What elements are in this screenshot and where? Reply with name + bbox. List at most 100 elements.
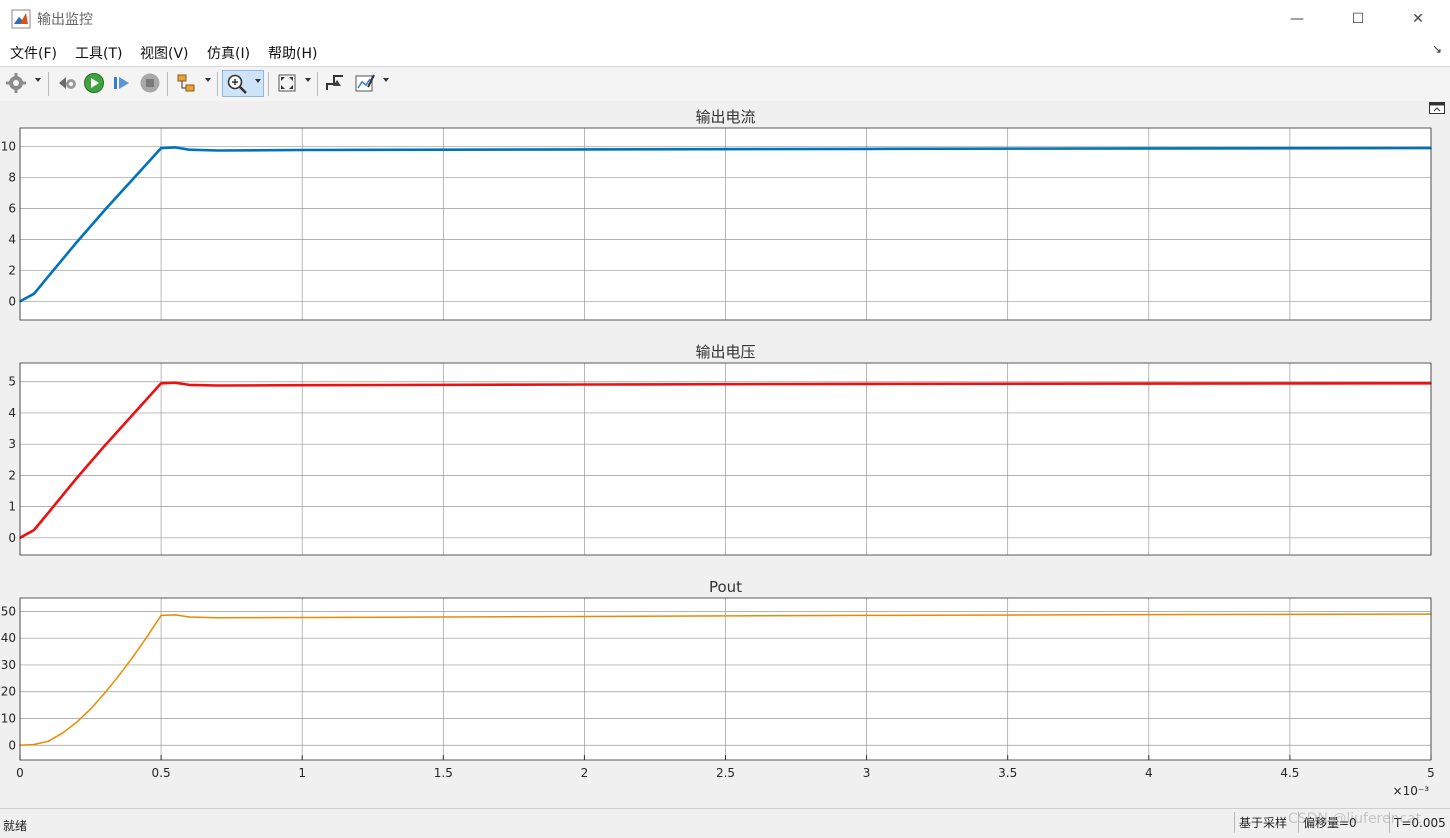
data-point — [47, 740, 50, 743]
x-tick-label: 0 — [16, 766, 24, 780]
scope-display: 0 2 4 6 8 10 输出电流 0 1 2 3 4 5 输出电压 0 10 20 30 40 50 Pout 0 0.5… — [0, 101, 1450, 807]
data-point — [117, 674, 120, 677]
data-point — [103, 692, 106, 694]
menu-bar: 文件(F) 工具(T) 视图(V) 仿真(I) 帮助(H) ↘ — [0, 38, 1450, 66]
data-point — [160, 614, 162, 617]
data-point — [174, 381, 177, 384]
y-tick-label: 0 — [8, 738, 16, 752]
data-point — [583, 383, 586, 386]
settings-icon[interactable] — [5, 72, 27, 94]
y-tick-label: 40 — [1, 631, 16, 645]
y-tick-label: 0 — [8, 531, 16, 545]
data-point — [188, 148, 191, 151]
x-tick-label: 3 — [863, 766, 871, 780]
highlight-block-icon[interactable] — [175, 72, 197, 94]
menu-help[interactable]: 帮助(H) — [268, 43, 317, 63]
x-tick-label: 4.5 — [1280, 766, 1299, 780]
title-bar: 输出监控 — ☐ ✕ — [0, 0, 1450, 38]
scope-plots[interactable]: 0 2 4 6 8 10 输出电流 0 1 2 3 4 5 输出电压 0 10 20 30 40 50 Pout 0 0.5… — [0, 101, 1450, 807]
toolbar-separator — [167, 72, 168, 96]
minimize-button[interactable]: — — [1274, 4, 1320, 34]
data-point — [174, 614, 177, 616]
data-point — [583, 615, 586, 618]
data-point — [47, 275, 50, 278]
data-point — [216, 149, 219, 152]
style-icon[interactable] — [354, 72, 376, 94]
triggers-icon[interactable] — [324, 72, 346, 94]
toolbar — [0, 66, 1450, 102]
y-tick-label: 2 — [8, 263, 16, 277]
data-point — [188, 384, 191, 386]
plot-title-1: 输出电流 — [695, 108, 755, 126]
toolbar-separator — [217, 72, 218, 96]
menu-tools[interactable]: 工具(T) — [75, 43, 122, 63]
revert-icon[interactable] — [56, 72, 78, 94]
data-point — [301, 616, 304, 619]
y-tick-label: 2 — [8, 468, 16, 482]
data-point — [103, 444, 106, 447]
data-point — [583, 148, 586, 151]
stop-icon[interactable] — [139, 72, 161, 94]
zoom-dropdown[interactable] — [255, 79, 261, 83]
settings-dropdown[interactable] — [35, 78, 41, 82]
data-point — [188, 616, 191, 618]
data-point — [89, 708, 92, 710]
fit-dropdown[interactable] — [305, 78, 311, 82]
data-point — [174, 146, 177, 149]
plot-title-3: Pout — [709, 578, 742, 596]
toolbar-separator — [317, 72, 318, 96]
data-point — [146, 636, 148, 638]
data-point — [1148, 613, 1150, 616]
step-forward-icon[interactable] — [111, 72, 133, 94]
data-point — [216, 617, 219, 619]
y-tick-label: 3 — [8, 437, 16, 451]
plot-title-2: 输出电压 — [695, 343, 755, 361]
maximize-button[interactable]: ☐ — [1335, 4, 1381, 34]
style-dropdown[interactable] — [383, 78, 389, 82]
data-point — [1148, 147, 1150, 150]
undock-icon[interactable] — [1429, 102, 1445, 114]
matlab-logo-icon — [11, 9, 31, 29]
data-point — [75, 241, 78, 244]
y-tick-label: 50 — [1, 604, 16, 618]
data-point — [216, 384, 219, 387]
menu-view[interactable]: 视图(V) — [140, 43, 189, 63]
highlight-dropdown[interactable] — [205, 78, 211, 82]
status-sampling: 基于采样 — [1234, 812, 1297, 833]
y-tick-label: 4 — [8, 406, 16, 420]
zoom-to-fit-icon[interactable] — [276, 72, 298, 94]
data-point — [103, 209, 106, 211]
toolbar-separator — [268, 72, 269, 96]
y-tick-label: 30 — [1, 658, 16, 672]
status-ready: 就绪 — [3, 819, 28, 833]
close-button[interactable]: ✕ — [1395, 4, 1441, 34]
y-tick-label: 20 — [1, 685, 16, 699]
window-title: 输出监控 — [37, 12, 93, 28]
menu-file[interactable]: 文件(F) — [10, 43, 57, 63]
data-point — [33, 529, 35, 531]
data-point — [301, 149, 304, 151]
x-tick-label: 4 — [1145, 766, 1153, 780]
y-tick-label: 10 — [1, 140, 16, 154]
x-tick-label: 0.5 — [152, 766, 171, 780]
status-time: T=0.005 — [1389, 812, 1450, 833]
status-bar: 就绪 基于采样 偏移量=0 T=0.005 — [0, 808, 1450, 838]
data-point — [160, 147, 162, 149]
minimize-icon: — — [1290, 11, 1304, 27]
toolbar-separator — [48, 72, 49, 96]
data-point — [1148, 382, 1150, 385]
menu-simulation[interactable]: 仿真(I) — [207, 43, 250, 63]
x-tick-label: 2.5 — [716, 766, 735, 780]
run-icon[interactable] — [83, 72, 105, 94]
data-point — [132, 413, 134, 416]
y-tick-label: 1 — [8, 500, 16, 514]
data-point — [865, 383, 868, 385]
y-tick-label: 6 — [8, 202, 16, 216]
data-point — [75, 477, 78, 480]
x-tick-label: 3.5 — [998, 766, 1017, 780]
zoom-button[interactable] — [222, 70, 264, 97]
data-point — [33, 743, 35, 746]
dock-arrow-icon[interactable]: ↘ — [1432, 42, 1442, 56]
y-tick-label: 10 — [1, 711, 16, 725]
data-point — [865, 614, 868, 617]
